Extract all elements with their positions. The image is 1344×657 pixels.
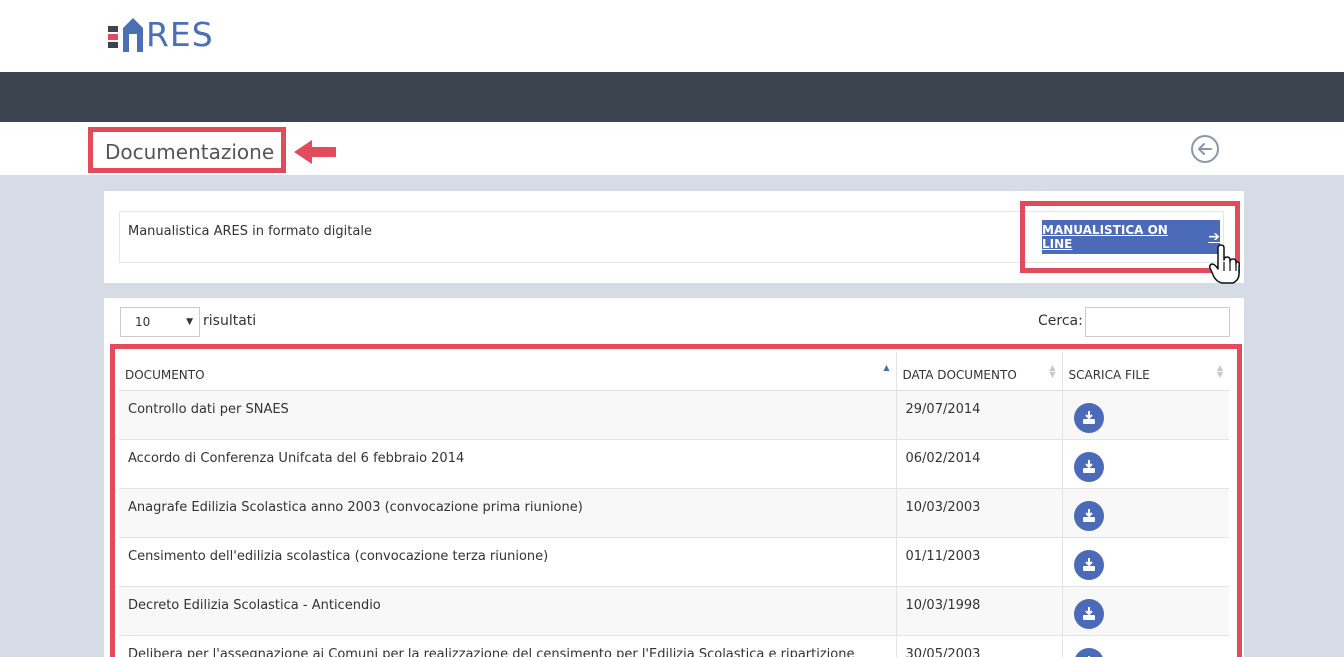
document-date: 29/07/2014 [895,389,1062,439]
column-header-scarica-file[interactable]: SCARICA FILE ▲ ▼ [1061,352,1229,391]
document-name: Controllo dati per SNAES [119,389,896,439]
navigation-bar [0,72,1344,122]
document-date: 10/03/2003 [895,487,1062,537]
document-name: Decreto Edilizia Scolastica - Anticendio [119,585,896,635]
page-title: Documentazione [105,140,275,164]
download-icon[interactable] [1073,500,1104,531]
hand-pointer-icon [1209,244,1240,284]
page-length-label: risultati [203,313,257,329]
back-arrow-circle-icon[interactable] [1190,134,1220,164]
document-name: Accordo di Conferenza Unifcata del 6 feb… [119,438,896,488]
document-date: 06/02/2014 [895,438,1062,488]
download-icon[interactable] [1073,549,1104,580]
document-date: 10/03/1998 [895,585,1062,635]
download-icon[interactable] [1073,598,1104,629]
document-date: 01/11/2003 [895,536,1062,586]
title-highlight-box: Documentazione [88,127,286,173]
ares-logo[interactable]: RES [108,14,214,52]
table-row: Accordo di Conferenza Unifcata del 6 feb… [119,438,1229,488]
arrow-right-icon: ➔ [1208,229,1220,245]
document-name: Anagrafe Edilizia Scolastica anno 2003 (… [119,487,896,537]
document-name: Censimento dell'edilizia scolastica (con… [119,536,896,586]
document-name: Delibera per l'assegnazione ai Comuni pe… [119,634,896,657]
caret-down-icon: ▼ [186,317,193,327]
download-icon[interactable] [1073,402,1104,433]
table-row: Censimento dell'edilizia scolastica (con… [119,536,1229,586]
table-row: Anagrafe Edilizia Scolastica anno 2003 (… [119,487,1229,537]
table-row: Delibera per l'assegnazione ai Comuni pe… [119,634,1229,657]
logo-bars-icon [108,22,120,52]
annotation-arrow-icon [294,140,336,164]
top-header: RES [0,0,1344,72]
column-header-data-documento[interactable]: DATA DOCUMENTO ▲ ▼ [895,352,1062,391]
manualistica-online-label: MANUALISTICA ON LINE [1042,223,1168,251]
manual-description: Manualistica ARES in formato digitale [128,224,372,239]
column-header-documento[interactable]: DOCUMENTO ▲ [119,352,896,391]
table-row: Controllo dati per SNAES 29/07/2014 [119,389,1229,439]
documents-table: DOCUMENTO ▲ DATA DOCUMENTO ▲ ▼ SCARICA FI… [119,352,1229,657]
download-icon[interactable] [1073,451,1104,482]
manualistica-online-button[interactable]: MANUALISTICA ON LINE ➔ [1042,220,1220,254]
download-icon[interactable] [1073,647,1104,657]
page-length-select[interactable]: 10 ▼ [120,307,200,337]
logo-text: RES [146,15,214,54]
table-row: Decreto Edilizia Scolastica - Anticendio… [119,585,1229,635]
table-header-row: DOCUMENTO ▲ DATA DOCUMENTO ▲ ▼ SCARICA FI… [119,352,1229,391]
page-length-value: 10 [135,315,151,329]
title-bar: Documentazione [0,122,1344,175]
sort-icon: ▲ [883,363,890,372]
logo-house-icon [123,18,143,52]
search-label: Cerca: [1038,313,1083,329]
search-input[interactable] [1085,307,1230,337]
sort-icon: ▲ ▼ [1216,363,1223,379]
document-date: 30/05/2003 [895,634,1062,657]
sort-icon: ▲ ▼ [1049,363,1056,379]
